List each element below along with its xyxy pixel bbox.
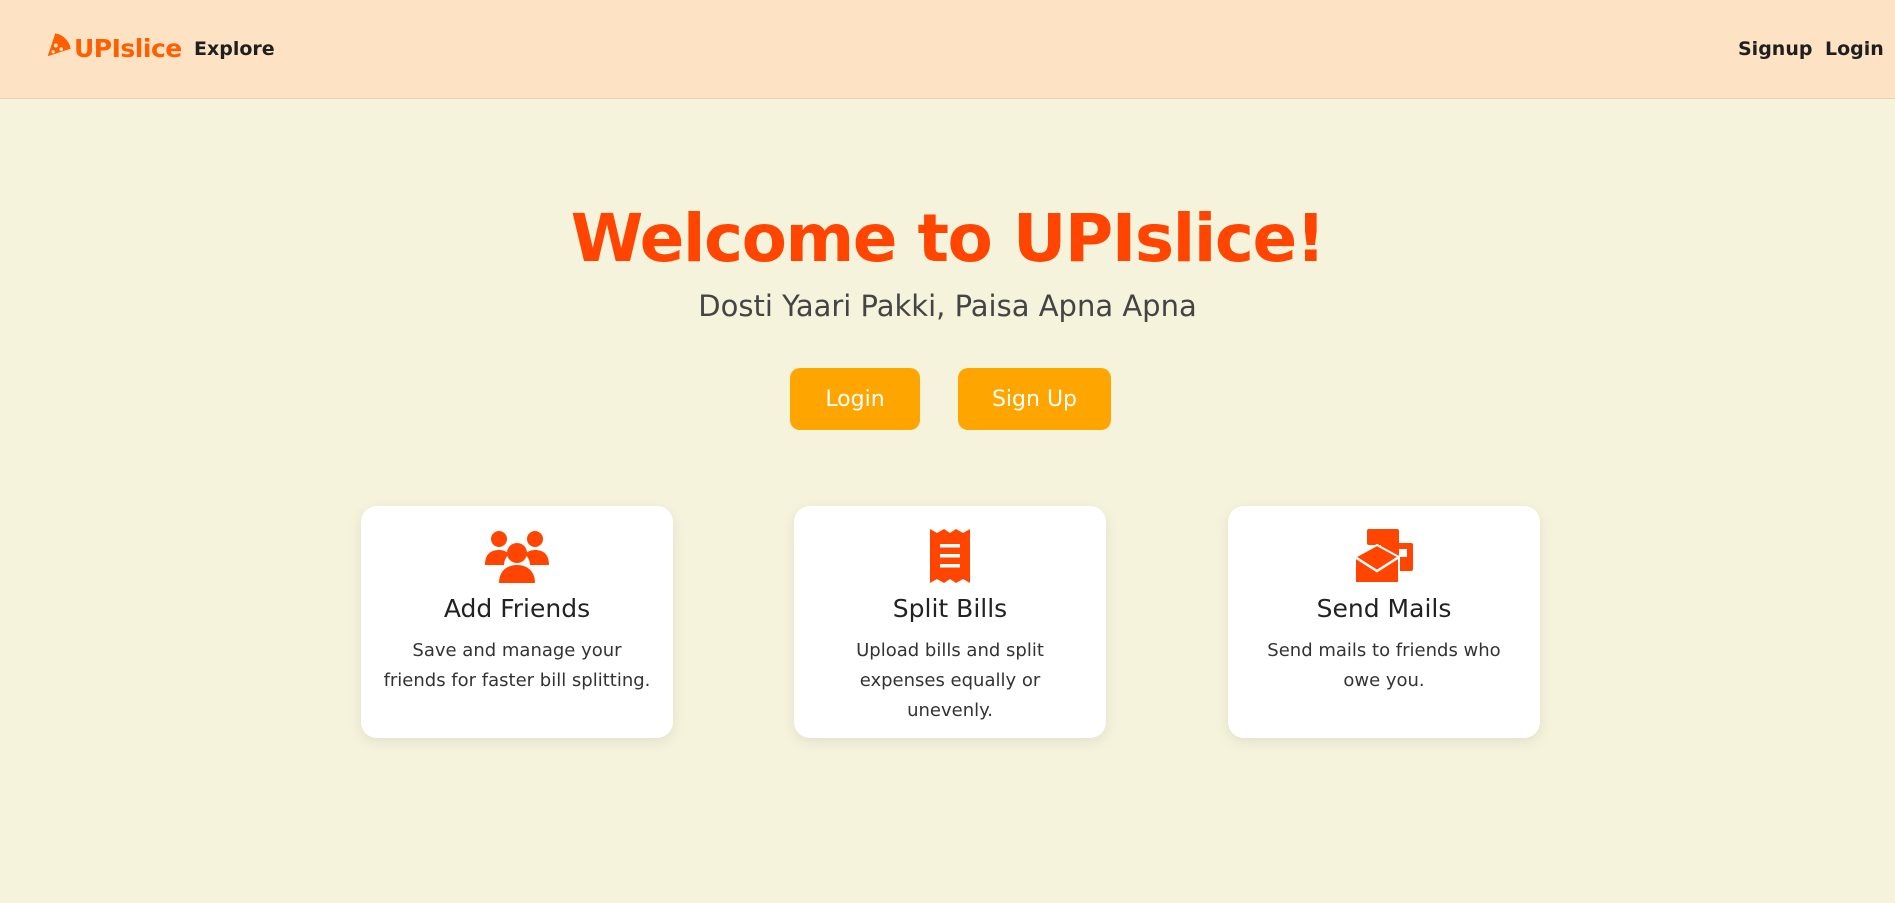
- feature-title: Add Friends: [443, 594, 591, 623]
- pizza-slice-icon: [45, 32, 72, 65]
- login-button[interactable]: Login: [790, 368, 920, 430]
- feature-card-send-mails: Send Mails Send mails to friends who owe…: [1228, 506, 1540, 738]
- feature-description: Upload bills and split expenses equally …: [856, 640, 1044, 721]
- mail-bulk-icon: [1228, 528, 1540, 584]
- brand-name: UPIslice: [74, 34, 182, 63]
- nav-login-link[interactable]: Login: [1825, 38, 1884, 60]
- brand-logo-link[interactable]: UPIslice: [45, 32, 182, 65]
- signup-button[interactable]: Sign Up: [958, 368, 1111, 430]
- nav-explore-link[interactable]: Explore: [194, 38, 275, 60]
- feature-title: Split Bills: [892, 594, 1008, 623]
- feature-description: Send mails to friends who owe you.: [1267, 640, 1501, 691]
- feature-title: Send Mails: [1316, 594, 1452, 623]
- hero-subtitle: Dosti Yaari Pakki, Paisa Apna Apna: [698, 289, 1197, 323]
- hero-title: Welcome to UPIslice!: [570, 200, 1326, 277]
- receipt-icon: [794, 528, 1106, 584]
- navbar: UPIslice Explore Signup Login: [0, 0, 1895, 99]
- nav-signup-link[interactable]: Signup: [1738, 38, 1812, 60]
- feature-card-split-bills: Split Bills Upload bills and split expen…: [794, 506, 1106, 738]
- feature-card-add-friends: Add Friends Save and manage your friends…: [361, 506, 673, 738]
- feature-description: Save and manage your friends for faster …: [383, 640, 651, 691]
- users-icon: [361, 528, 673, 584]
